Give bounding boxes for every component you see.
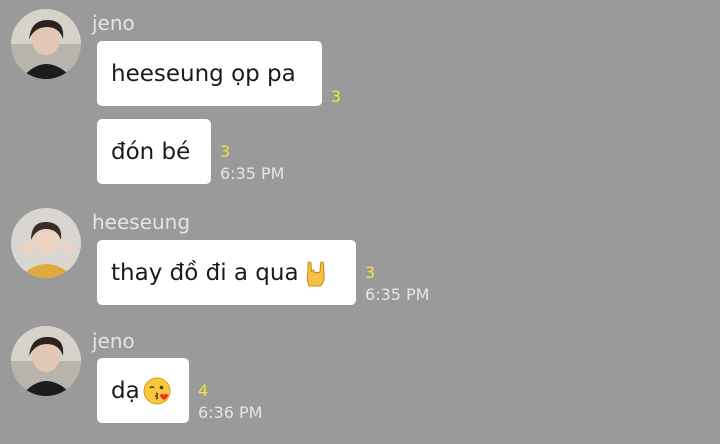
message-text: thay đồ đi a qua	[111, 259, 299, 286]
unread-count: 3	[365, 263, 376, 282]
message-bubble[interactable]: đón bé	[97, 119, 211, 184]
message-text: dạ	[111, 377, 140, 404]
avatar-jeno[interactable]	[11, 326, 81, 396]
message-bubble[interactable]: thay đồ đi a qua	[97, 240, 356, 305]
message-text: đón bé	[111, 138, 191, 165]
sender-name: jeno	[92, 11, 135, 35]
sender-name: jeno	[92, 329, 135, 353]
message-timestamp: 6:36 PM	[198, 403, 263, 422]
message-text: heeseung ọp pa	[111, 60, 296, 87]
avatar-heeseung[interactable]	[11, 208, 81, 278]
message-timestamp: 6:35 PM	[365, 285, 430, 304]
unread-count: 4	[198, 381, 209, 400]
unread-count: 3	[331, 87, 342, 106]
avatar-jeno[interactable]	[11, 9, 81, 79]
sender-name: heeseung	[92, 210, 191, 234]
unread-count: 3	[220, 142, 231, 161]
message-bubble[interactable]: dạ	[97, 358, 189, 423]
rock-on-hand-emoji	[301, 258, 331, 288]
message-timestamp: 6:35 PM	[220, 164, 285, 183]
kissing-face-emoji	[142, 376, 172, 406]
message-bubble[interactable]: heeseung ọp pa	[97, 41, 322, 106]
